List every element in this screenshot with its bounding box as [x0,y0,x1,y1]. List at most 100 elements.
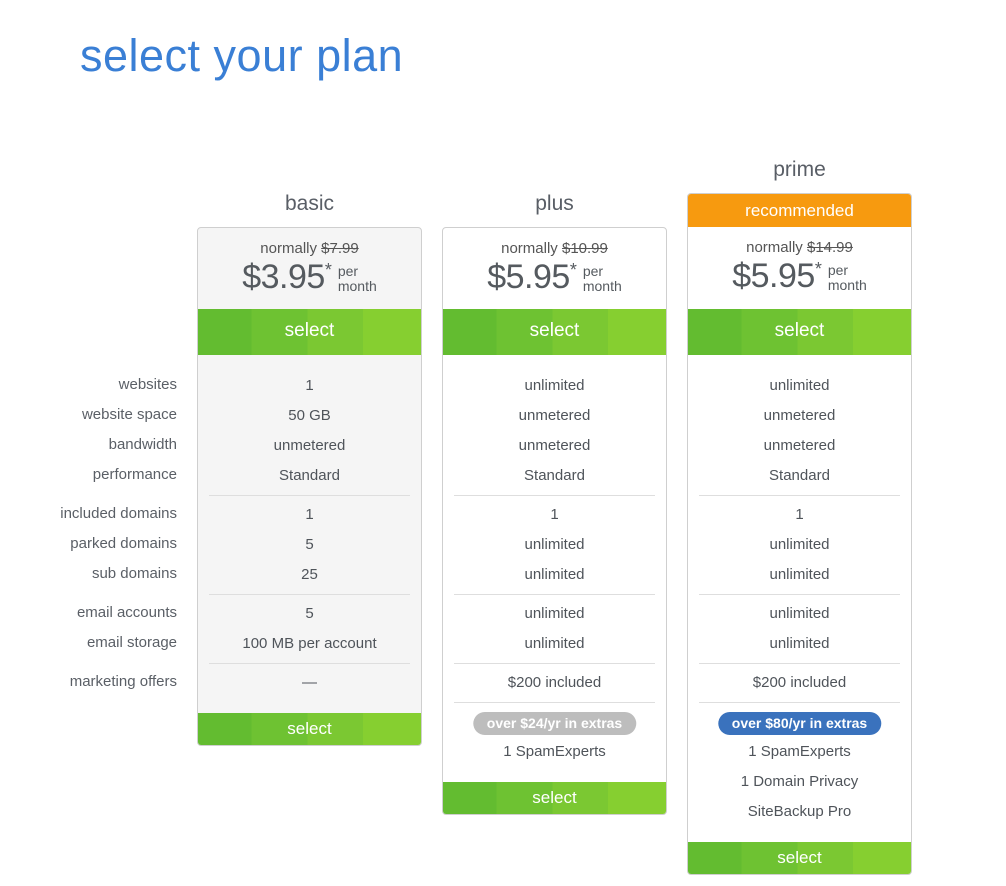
normal-price: $14.99 [806,239,853,256]
feature-value: unmetered [518,437,591,454]
feature-label-bandwidth: bandwidth [108,436,177,453]
feature-label-sub-domains: sub domains [91,565,177,582]
per-label: per [827,262,849,278]
feature-value: unmetered [273,437,346,454]
price-line: $5.95 * per month [688,257,911,296]
feature-value: unmetered [763,407,836,424]
feature-value: 5 [305,536,314,553]
month-label: month [582,278,622,294]
feature-label-email-accounts: email accounts [76,604,177,621]
feature-value: unlimited [524,566,585,583]
features-list: unlimited unmetered unmetered Standard 1… [443,355,666,782]
recommended-badge: recommended [688,194,911,227]
price-period: per month [828,263,867,293]
price: $5.95 [732,257,815,295]
feature-value: unlimited [524,605,585,622]
feature-value: unlimited [524,536,585,553]
select-button-top[interactable]: select [688,309,911,355]
divider [454,594,655,595]
extra-item: 1 SpamExperts [748,743,851,760]
divider [699,495,900,496]
feature-value: unlimited [524,635,585,652]
extra-item: 1 Domain Privacy [740,773,859,790]
select-button-bottom[interactable]: select [198,713,421,745]
plan-card: normally $7.99 $3.95 * per month select 1… [197,227,422,746]
feature-value: $200 included [752,674,847,691]
divider [699,702,900,703]
price-line: $5.95 * per month [443,258,666,297]
price: $3.95 [242,258,325,296]
price-line: $3.95 * per month [198,258,421,297]
normal-price-line: normally $7.99 [198,240,421,257]
per-label: per [582,263,604,279]
feature-value: unmetered [518,407,591,424]
plan-name: basic [284,192,335,215]
extras-badge: over $24/yr in extras [472,712,637,735]
price-asterisk: * [814,259,822,279]
extras-badge: over $80/yr in extras [717,712,882,735]
select-button-bottom[interactable]: select [443,782,666,814]
price-header: normally $7.99 $3.95 * per month [198,228,421,309]
feature-value: — [302,674,317,691]
divider [454,663,655,664]
feature-value: Standard [769,467,830,484]
feature-value: 25 [301,566,318,583]
normal-price: $7.99 [321,240,359,257]
select-button-bottom[interactable]: select [688,842,911,874]
divider [209,594,410,595]
price: $5.95 [487,258,570,296]
feature-label-website-space: website space [81,406,177,423]
divider [454,495,655,496]
feature-value: 5 [305,605,314,622]
price-asterisk: * [569,260,577,280]
plan-name: prime [773,158,826,181]
per-label: per [337,263,359,279]
feature-label-websites: websites [118,376,177,393]
feature-label-parked-domains: parked domains [70,535,177,552]
feature-value: unlimited [769,605,830,622]
feature-value: unmetered [763,437,836,454]
divider [209,663,410,664]
price-period: per month [583,264,622,294]
select-button-top[interactable]: select [198,309,421,355]
normal-price-line: normally $10.99 [443,240,666,257]
feature-label-marketing-offers: marketing offers [69,673,177,690]
plan-card: recommended normally $14.99 $5.95 * per m… [687,193,912,875]
month-label: month [337,278,377,294]
price-header: normally $10.99 $5.95 * per month [443,228,666,309]
plan-card: normally $10.99 $5.95 * per month select … [442,227,667,815]
features-list: 1 50 GB unmetered Standard 1 5 25 5 100 … [198,355,421,713]
price-asterisk: * [324,260,332,280]
feature-value: $200 included [507,674,602,691]
normally-label: normally [501,240,558,257]
divider [699,594,900,595]
divider [699,663,900,664]
features-list: unlimited unmetered unmetered Standard 1… [688,355,911,842]
feature-value: unlimited [769,566,830,583]
feature-value: 1 [550,506,559,523]
feature-label-included-domains: included domains [60,505,177,522]
normal-price: $10.99 [561,240,608,257]
normal-price-line: normally $14.99 [688,239,911,256]
feature-value: 1 [305,506,314,523]
feature-value: unlimited [769,377,830,394]
feature-value: unlimited [769,635,830,652]
select-button-top[interactable]: select [443,309,666,355]
divider [454,702,655,703]
feature-label-email-storage: email storage [86,634,177,651]
feature-value: unlimited [769,536,830,553]
plan-name: plus [535,192,574,215]
extra-item: SiteBackup Pro [747,803,852,820]
normally-label: normally [746,239,803,256]
feature-value: 1 [795,506,804,523]
feature-value: 100 MB per account [242,635,377,652]
month-label: month [827,277,867,293]
feature-value: Standard [524,467,585,484]
extra-item: 1 SpamExperts [503,743,606,760]
price-header: normally $14.99 $5.95 * per month [688,227,911,309]
divider [209,495,410,496]
feature-value: 50 GB [288,407,331,424]
feature-value: Standard [279,467,340,484]
page-title: select your plan [80,30,404,81]
normally-label: normally [260,240,317,257]
